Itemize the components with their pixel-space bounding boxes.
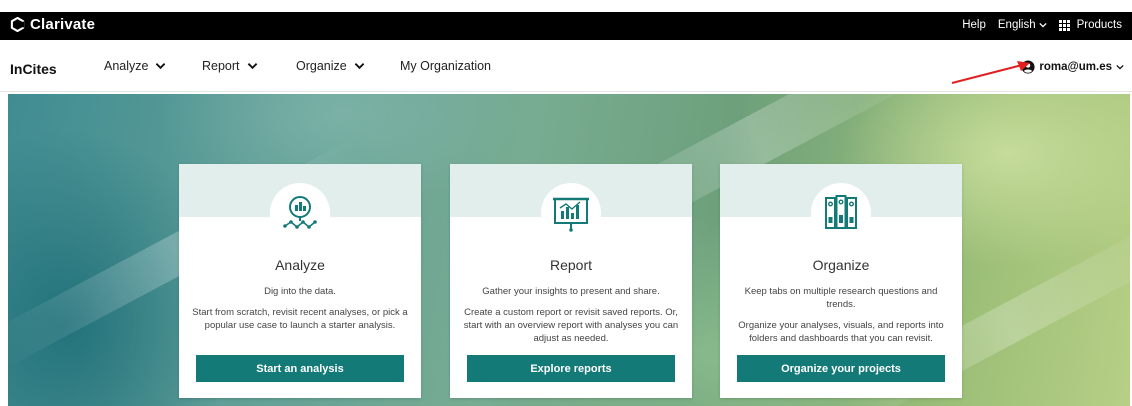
nav-analyze[interactable]: Analyze xyxy=(104,59,166,73)
nav-organize[interactable]: Organize xyxy=(296,59,365,73)
report-presentation-board-icon xyxy=(553,197,589,232)
annotation-arrow-icon xyxy=(951,61,1030,84)
card-icon-circle xyxy=(541,183,601,243)
grid-icon xyxy=(1058,19,1070,31)
chevron-down-icon xyxy=(156,63,166,70)
card-description: Start from scratch, revisit recent analy… xyxy=(192,307,408,331)
analyze-magnifier-chart-icon xyxy=(283,196,317,229)
user-menu[interactable]: roma@um.es xyxy=(1021,60,1124,74)
global-header-actions: Help English Products xyxy=(962,19,1122,31)
nav-organize-label: Organize xyxy=(296,59,347,73)
chevron-down-icon xyxy=(1116,64,1124,70)
card-title: Organize xyxy=(812,257,870,273)
report-card: Report Gather your insights to present a… xyxy=(450,164,692,398)
card-icon-circle xyxy=(811,183,871,243)
help-link[interactable]: Help xyxy=(962,19,986,31)
nav-analyze-label: Analyze xyxy=(104,59,149,73)
user-email: roma@um.es xyxy=(1039,61,1112,73)
card-description: Create a custom report or revisit saved … xyxy=(463,307,679,344)
clarivate-logo-icon xyxy=(10,17,25,32)
card-title: Analyze xyxy=(275,257,325,273)
organize-projects-button[interactable]: Organize your projects xyxy=(737,355,945,382)
product-name[interactable]: InCites xyxy=(10,61,57,77)
card-description: Organize your analyses, visuals, and rep… xyxy=(738,320,944,344)
organize-card: Organize Keep tabs on multiple research … xyxy=(720,164,962,398)
chevron-down-icon xyxy=(247,63,257,70)
start-analysis-button[interactable]: Start an analysis xyxy=(196,355,404,382)
nav-report-label: Report xyxy=(202,59,240,73)
products-label: Products xyxy=(1076,19,1122,31)
chevron-down-icon xyxy=(1038,22,1047,28)
nav-my-organization-label: My Organization xyxy=(400,59,492,73)
card-title: Report xyxy=(549,257,593,273)
card-headline: Gather your insights to present and shar… xyxy=(482,286,660,297)
products-menu[interactable]: Products xyxy=(1058,19,1122,31)
language-selector[interactable]: English xyxy=(998,19,1047,31)
chevron-down-icon xyxy=(354,63,365,70)
analyze-card: Analyze Dig into the data. Start from sc… xyxy=(179,164,421,398)
card-icon-circle xyxy=(270,183,330,243)
organize-binders-icon xyxy=(825,195,857,229)
global-header: Clarivate Help English Products xyxy=(0,12,1132,40)
card-headline: Keep tabs on multiple research questions… xyxy=(744,286,938,310)
nav-my-organization[interactable]: My Organization xyxy=(400,59,491,73)
brand-name: Clarivate xyxy=(30,16,96,33)
card-headline: Dig into the data. xyxy=(264,286,336,297)
explore-reports-button[interactable]: Explore reports xyxy=(467,355,675,382)
language-label: English xyxy=(997,19,1036,31)
clarivate-logo[interactable]: Clarivate xyxy=(10,16,95,33)
nav-report[interactable]: Report xyxy=(202,59,258,73)
